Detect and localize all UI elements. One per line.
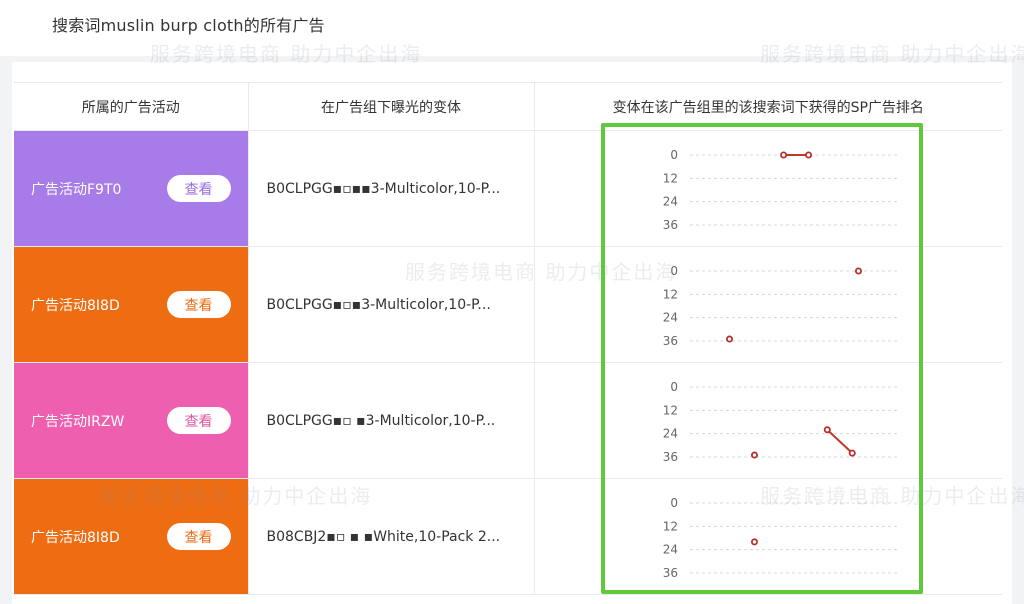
campaign-cell: 广告活动IRZW 查看 [14, 362, 249, 479]
y-tick-label: 24 [663, 310, 678, 324]
rank-chart-cell: 0 12 24 36 [534, 130, 1002, 247]
campaign-name: 广告活动F9T0 [31, 181, 122, 198]
rank-chart: 0 12 24 36 [663, 380, 899, 464]
y-tick-label: 0 [671, 380, 679, 394]
campaign-name: 广告活动8I8D [31, 529, 120, 546]
view-button[interactable]: 查看 [166, 523, 231, 550]
campaign-cell: 广告活动F9T0 查看 [14, 130, 249, 247]
rank-point [855, 266, 863, 274]
campaign-block: 广告活动IRZW 查看 [14, 363, 248, 478]
y-tick-label: 0 [671, 264, 679, 278]
campaign-cell: 广告活动8I8D 查看 [14, 478, 249, 595]
y-tick-label: 12 [663, 171, 678, 185]
campaign-cell: 广告活动8I8D 查看 [14, 246, 249, 363]
y-tick-label: 12 [663, 519, 678, 533]
y-tick-label: 36 [663, 218, 678, 232]
page-title: 搜索词muslin burp cloth的所有广告 [52, 16, 325, 35]
y-tick-label: 0 [671, 496, 679, 510]
campaign-block: 广告活动8I8D 查看 [14, 247, 248, 362]
y-tick-label: 12 [663, 287, 678, 301]
rank-chart-cell: 0 12 24 36 [534, 362, 1002, 479]
variant-cell: B0CLPGG▪▫▪▪3-Multicolor,10-P... [248, 130, 535, 247]
column-header-campaign: 所属的广告活动 [14, 82, 249, 131]
column-header-variant: 在广告组下曝光的变体 [248, 82, 535, 131]
table-row: 广告活动8I8D 查看 B08CBJ2▪▫ ▪ ▪White,10-Pack 2..… [14, 478, 1002, 595]
rank-point [751, 537, 759, 545]
view-button[interactable]: 查看 [166, 407, 231, 434]
view-button[interactable]: 查看 [166, 291, 231, 318]
campaign-block: 广告活动8I8D 查看 [14, 479, 248, 594]
y-tick-label: 36 [663, 450, 678, 464]
rank-point [824, 425, 832, 433]
table-row: 广告活动IRZW 查看 B0CLPGG▪▫ ▪3-Multicolor,10-P..… [14, 362, 1002, 479]
column-header-rank: 变体在该广告组里的该搜索词下获得的SP广告排名 [534, 82, 1002, 131]
view-button[interactable]: 查看 [166, 175, 231, 202]
page: 搜索词muslin burp cloth的所有广告 所属的广告活动 在广告组下曝… [0, 0, 1024, 604]
rank-point [780, 150, 788, 158]
y-tick-label: 36 [663, 566, 678, 580]
ads-table: 所属的广告活动 在广告组下曝光的变体 变体在该广告组里的该搜索词下获得的SP广告… [14, 82, 1002, 595]
rank-chart-cell: 0 12 24 36 [534, 246, 1002, 363]
variant-cell: B0CLPGG▪▫ ▪3-Multicolor,10-P... [248, 362, 535, 479]
y-tick-label: 24 [663, 426, 678, 440]
y-tick-label: 36 [663, 334, 678, 348]
y-tick-label: 24 [663, 542, 678, 556]
rank-point [848, 449, 856, 457]
rank-point [726, 335, 734, 343]
y-tick-label: 24 [663, 194, 678, 208]
rank-chart-cell: 0 12 24 36 [534, 478, 1002, 595]
campaign-block: 广告活动F9T0 查看 [14, 131, 248, 246]
rank-chart: 0 12 24 36 [663, 496, 899, 580]
y-tick-label: 12 [663, 403, 678, 417]
rank-point [805, 150, 813, 158]
y-tick-label: 0 [671, 148, 679, 162]
page-header: 搜索词muslin burp cloth的所有广告 [0, 0, 1024, 56]
rank-chart: 0 12 24 36 [663, 148, 899, 232]
rank-chart: 0 12 24 36 [663, 264, 899, 348]
ads-panel: 所属的广告活动 在广告组下曝光的变体 变体在该广告组里的该搜索词下获得的SP广告… [12, 62, 1012, 604]
variant-cell: B0CLPGG▪▫▪3-Multicolor,10-P... [248, 246, 535, 363]
variant-cell: B08CBJ2▪▫ ▪ ▪White,10-Pack 2... [248, 478, 535, 595]
campaign-name: 广告活动IRZW [31, 413, 125, 430]
campaign-name: 广告活动8I8D [31, 297, 120, 314]
table-header-row: 所属的广告活动 在广告组下曝光的变体 变体在该广告组里的该搜索词下获得的SP广告… [14, 82, 1002, 131]
table-row: 广告活动F9T0 查看 B0CLPGG▪▫▪▪3-Multicolor,10-P..… [14, 130, 1002, 247]
rank-point [751, 451, 759, 459]
table-row: 广告活动8I8D 查看 B0CLPGG▪▫▪3-Multicolor,10-P...… [14, 246, 1002, 363]
